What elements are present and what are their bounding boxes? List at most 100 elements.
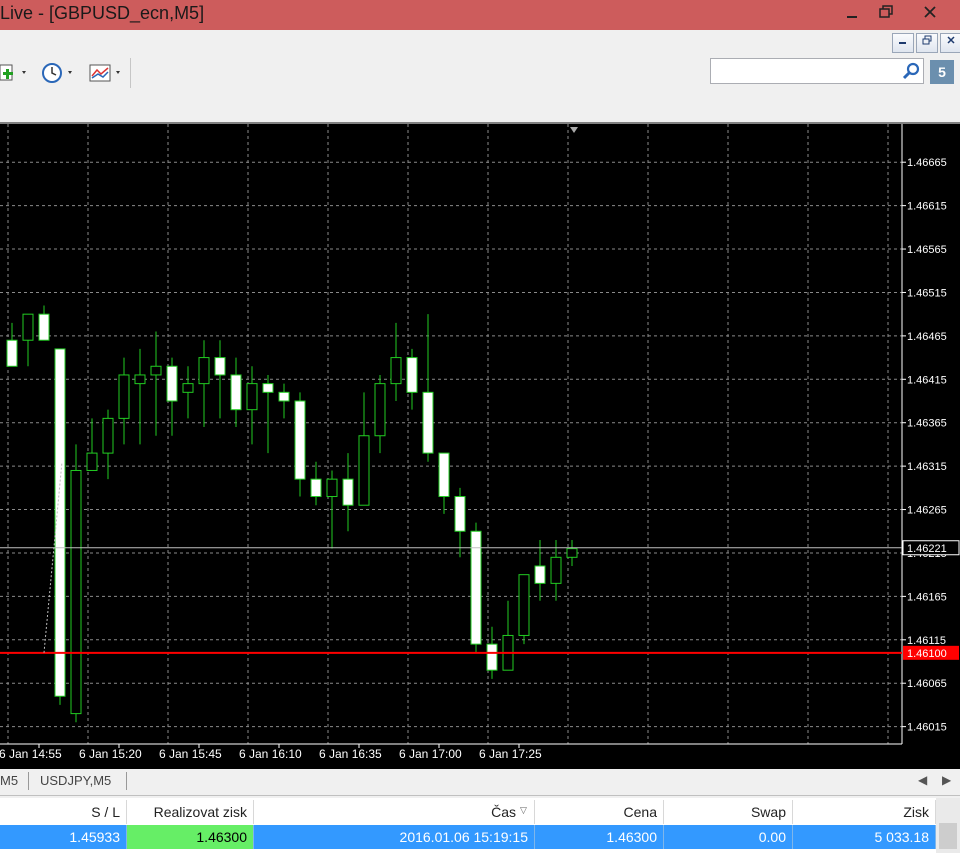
candle-body	[38, 313, 50, 341]
candle-body	[6, 339, 18, 367]
y-tick-label: 1.46065	[907, 678, 947, 690]
candle-body	[486, 643, 498, 671]
y-tick-label: 1.46615	[907, 201, 947, 213]
candle-body	[214, 357, 226, 376]
new-chart-button[interactable]	[0, 60, 32, 86]
candle-body	[198, 357, 210, 385]
scrollbar-thumb[interactable]	[939, 823, 957, 849]
cell-profit[interactable]: 5 033.18	[793, 825, 936, 849]
window-title: Live - [GBPUSD_ecn,M5]	[0, 3, 205, 23]
clock-icon	[42, 63, 72, 83]
x-tick-label: 6 Jan 17:00	[399, 747, 462, 761]
cell-price[interactable]: 1.46300	[535, 825, 664, 849]
candle-body	[118, 374, 130, 419]
price-chart[interactable]: 1.46665 1.46615 1.46565 1.46515 1.46465 1.464…	[0, 124, 960, 769]
templates-button[interactable]	[88, 60, 128, 86]
candle-body	[534, 565, 546, 584]
mdi-bar	[0, 30, 960, 54]
order-price-label: 1.46100	[907, 648, 947, 660]
candle-body	[134, 374, 146, 385]
x-tick-label: 6 Jan 15:20	[79, 747, 142, 761]
restore-icon	[922, 35, 932, 45]
x-tick-label: 6 Jan 17:25	[479, 747, 542, 761]
column-header-profit[interactable]: Zisk	[793, 800, 936, 824]
chart-template-icon	[89, 64, 120, 82]
candle-body	[374, 383, 386, 437]
close-icon	[947, 36, 955, 44]
y-tick-label: 1.46415	[907, 374, 947, 386]
y-tick-label: 1.46265	[907, 505, 947, 517]
candle-body	[326, 478, 338, 498]
title-bar: Live - [GBPUSD_ecn,M5]	[0, 0, 960, 30]
toolbar: 5	[0, 54, 960, 122]
tab-scroll-right[interactable]: ▶	[942, 773, 951, 787]
y-tick-label: 1.46515	[907, 287, 947, 299]
x-tick-label: 6 Jan 14:55	[0, 747, 62, 761]
column-header-swap[interactable]: Swap	[664, 800, 793, 824]
candle-body	[310, 478, 322, 498]
candle-body	[230, 374, 242, 411]
search-input[interactable]	[710, 58, 924, 84]
tab-chart-m5[interactable]: M5	[0, 773, 18, 788]
candle-body	[150, 365, 162, 376]
candle-body	[246, 383, 258, 411]
x-tick-label: 6 Jan 16:10	[239, 747, 302, 761]
minimize-icon	[899, 42, 906, 44]
cell-time[interactable]: 2016.01.06 15:19:15	[254, 825, 535, 849]
mdi-restore-button[interactable]	[916, 33, 938, 53]
y-tick-label: 1.46365	[907, 418, 947, 430]
chart-shift-icon	[570, 127, 578, 133]
close-icon	[924, 6, 936, 18]
candle-body	[54, 348, 66, 697]
maximize-button[interactable]	[866, 0, 906, 30]
candle-body	[278, 391, 290, 402]
column-header-price[interactable]: Cena	[535, 800, 664, 824]
y-tick-label: 1.46165	[907, 591, 947, 603]
search-button[interactable]	[902, 62, 920, 85]
column-header-time[interactable]: Čas	[254, 800, 535, 824]
tab-separator	[28, 772, 29, 790]
x-tick-label: 6 Jan 16:35	[319, 747, 382, 761]
restore-icon	[879, 5, 893, 18]
y-tick-label: 1.46665	[907, 157, 947, 169]
column-header-tp[interactable]: Realizovat zisk	[127, 800, 254, 824]
cell-tp[interactable]: 1.46300	[127, 825, 254, 849]
candle-body	[550, 556, 562, 584]
candle-body	[422, 391, 434, 454]
candle-body	[406, 357, 418, 393]
search-icon	[902, 62, 920, 80]
time-header-label: Čas	[491, 804, 516, 820]
terminal-scrollbar[interactable]	[936, 798, 960, 853]
candle-body	[518, 574, 530, 636]
toolbar-separator	[130, 58, 131, 88]
periodicity-button[interactable]	[40, 60, 78, 86]
candle-body	[22, 313, 34, 341]
candle-body	[294, 400, 306, 480]
candle-body	[566, 548, 578, 558]
mdi-close-button[interactable]	[940, 33, 960, 53]
candle-body	[438, 452, 450, 498]
close-button[interactable]	[910, 0, 950, 30]
community-badge: 5	[938, 64, 946, 80]
candle-body	[182, 383, 194, 393]
minimize-icon	[847, 16, 857, 18]
community-button[interactable]: 5	[930, 60, 954, 84]
chart-window[interactable]: 1.46665 1.46615 1.46565 1.46515 1.46465 1.464…	[0, 122, 960, 769]
tab-scroll-left[interactable]: ◀	[918, 773, 927, 787]
cell-swap[interactable]: 0.00	[664, 825, 793, 849]
candle-body	[454, 496, 466, 532]
y-tick-label: 1.46015	[907, 722, 947, 734]
candle-body	[70, 469, 82, 715]
column-header-sl[interactable]: S / L	[0, 800, 127, 824]
tab-usdjpy-m5[interactable]: USDJPY,M5	[40, 773, 111, 788]
new-chart-icon	[0, 64, 26, 81]
cell-sl[interactable]: 1.45933	[0, 825, 127, 849]
bid-price-label: 1.46221	[907, 543, 947, 555]
candle-body	[102, 417, 114, 454]
candle-body	[166, 365, 178, 402]
y-tick-label: 1.46565	[907, 244, 947, 256]
candle-body	[342, 478, 354, 506]
candle-body	[390, 357, 402, 385]
mdi-minimize-button[interactable]	[892, 33, 914, 53]
candle-body	[358, 435, 370, 506]
